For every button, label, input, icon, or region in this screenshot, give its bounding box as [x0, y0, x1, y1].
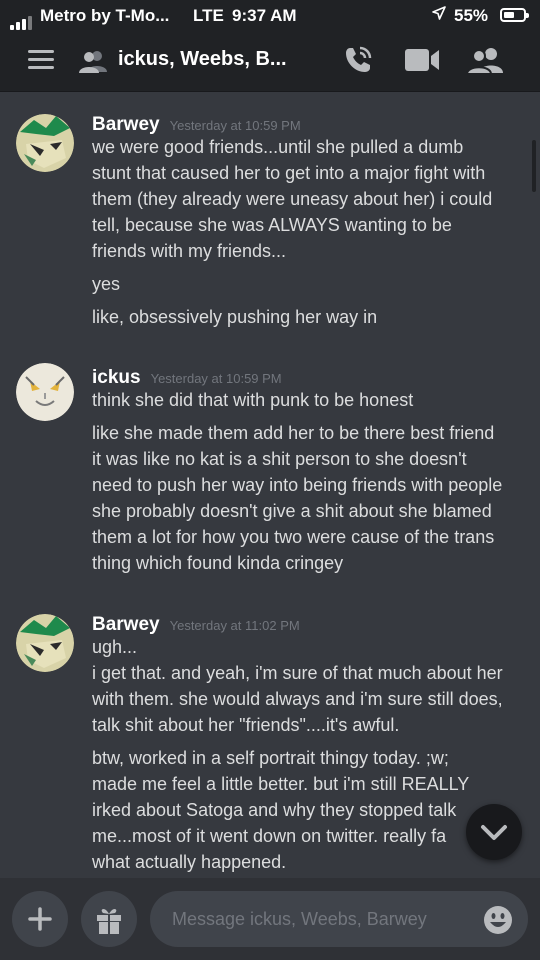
message-timestamp: Yesterday at 11:02 PM [169, 618, 300, 633]
call-icon[interactable] [342, 44, 374, 76]
location-icon [432, 6, 446, 25]
message-line: need to push her way into being friends … [92, 475, 503, 495]
message-line: them (they already were uneasy about her… [92, 189, 493, 209]
message-input[interactable] [150, 891, 528, 947]
people-icon [79, 51, 107, 73]
message-line: btw, worked in a self portrait thingy to… [92, 748, 449, 768]
emoji-icon[interactable] [483, 905, 513, 935]
channel-title[interactable]: ickus, Weebs, B... [118, 48, 287, 71]
message-line: think she did that with punk to be hones… [92, 390, 414, 410]
avatar[interactable] [16, 114, 74, 172]
video-icon[interactable] [404, 47, 440, 73]
jump-to-bottom-button[interactable] [466, 804, 522, 860]
message-line: thing which found kinda cringey [92, 553, 344, 573]
message-line: we were good friends...until she pulled … [92, 137, 464, 157]
message-line: tell, because she was ALWAYS wanting to … [92, 215, 452, 235]
message-author[interactable]: ickus Yesterday at 10:59 PM [92, 367, 282, 389]
hamburger-icon[interactable] [28, 50, 54, 70]
avatar[interactable] [16, 363, 74, 421]
message-line: what actually happened. [92, 852, 287, 872]
status-bar: Metro by T-Mo... LTE 9:37 AM 55% [0, 0, 540, 32]
message-author[interactable]: Barwey Yesterday at 11:02 PM [92, 614, 300, 636]
message-line: talk shit about her "friends"....it's aw… [92, 715, 400, 735]
message-line: them a lot for how you two were cause of… [92, 527, 495, 547]
network-type: LTE [193, 6, 224, 25]
message-line: stunt that caused her to get into a majo… [92, 163, 486, 183]
message-line: friends with my friends... [92, 241, 287, 261]
battery-percent: 55% [454, 6, 489, 25]
message-line: i get that. and yeah, i'm sure of that m… [92, 663, 503, 683]
message-line: she probably doesn't give a shit about s… [92, 501, 492, 521]
chevron-down-icon [481, 825, 507, 840]
gift-button[interactable] [81, 891, 137, 947]
scrollbar[interactable] [532, 140, 536, 192]
message-line: with them. she would always and i'm sure… [92, 689, 503, 709]
message-line: it was like no kat is a shit person to s… [92, 449, 467, 469]
message-line: made me feel a little better. but i'm st… [92, 774, 470, 794]
channel-header: ickus, Weebs, B... [0, 32, 540, 92]
members-icon[interactable] [466, 46, 504, 74]
gift-icon [97, 908, 121, 934]
composer [0, 878, 540, 960]
battery-icon [500, 8, 529, 22]
clock: 9:37 AM [232, 6, 297, 25]
message-line: me...most of it went down on twitter. re… [92, 826, 447, 846]
avatar[interactable] [16, 614, 74, 672]
message-line: yes [92, 274, 121, 294]
message-author[interactable]: Barwey Yesterday at 10:59 PM [92, 114, 301, 136]
plus-icon [28, 907, 52, 931]
message-line: irked about Satoga and why they stopped … [92, 800, 457, 820]
message-list[interactable]: Barwey Yesterday at 10:59 PM we were good… [0, 92, 540, 878]
signal-icon [10, 10, 34, 30]
carrier-name: Metro by T-Mo... [40, 6, 170, 25]
message-timestamp: Yesterday at 10:59 PM [150, 371, 282, 386]
message-line: ugh... [92, 637, 138, 657]
message-line: like, obsessively pushing her way in [92, 307, 378, 327]
message-timestamp: Yesterday at 10:59 PM [169, 118, 301, 133]
add-attachment-button[interactable] [12, 891, 68, 947]
message-line: like she made them add her to be there b… [92, 423, 495, 443]
